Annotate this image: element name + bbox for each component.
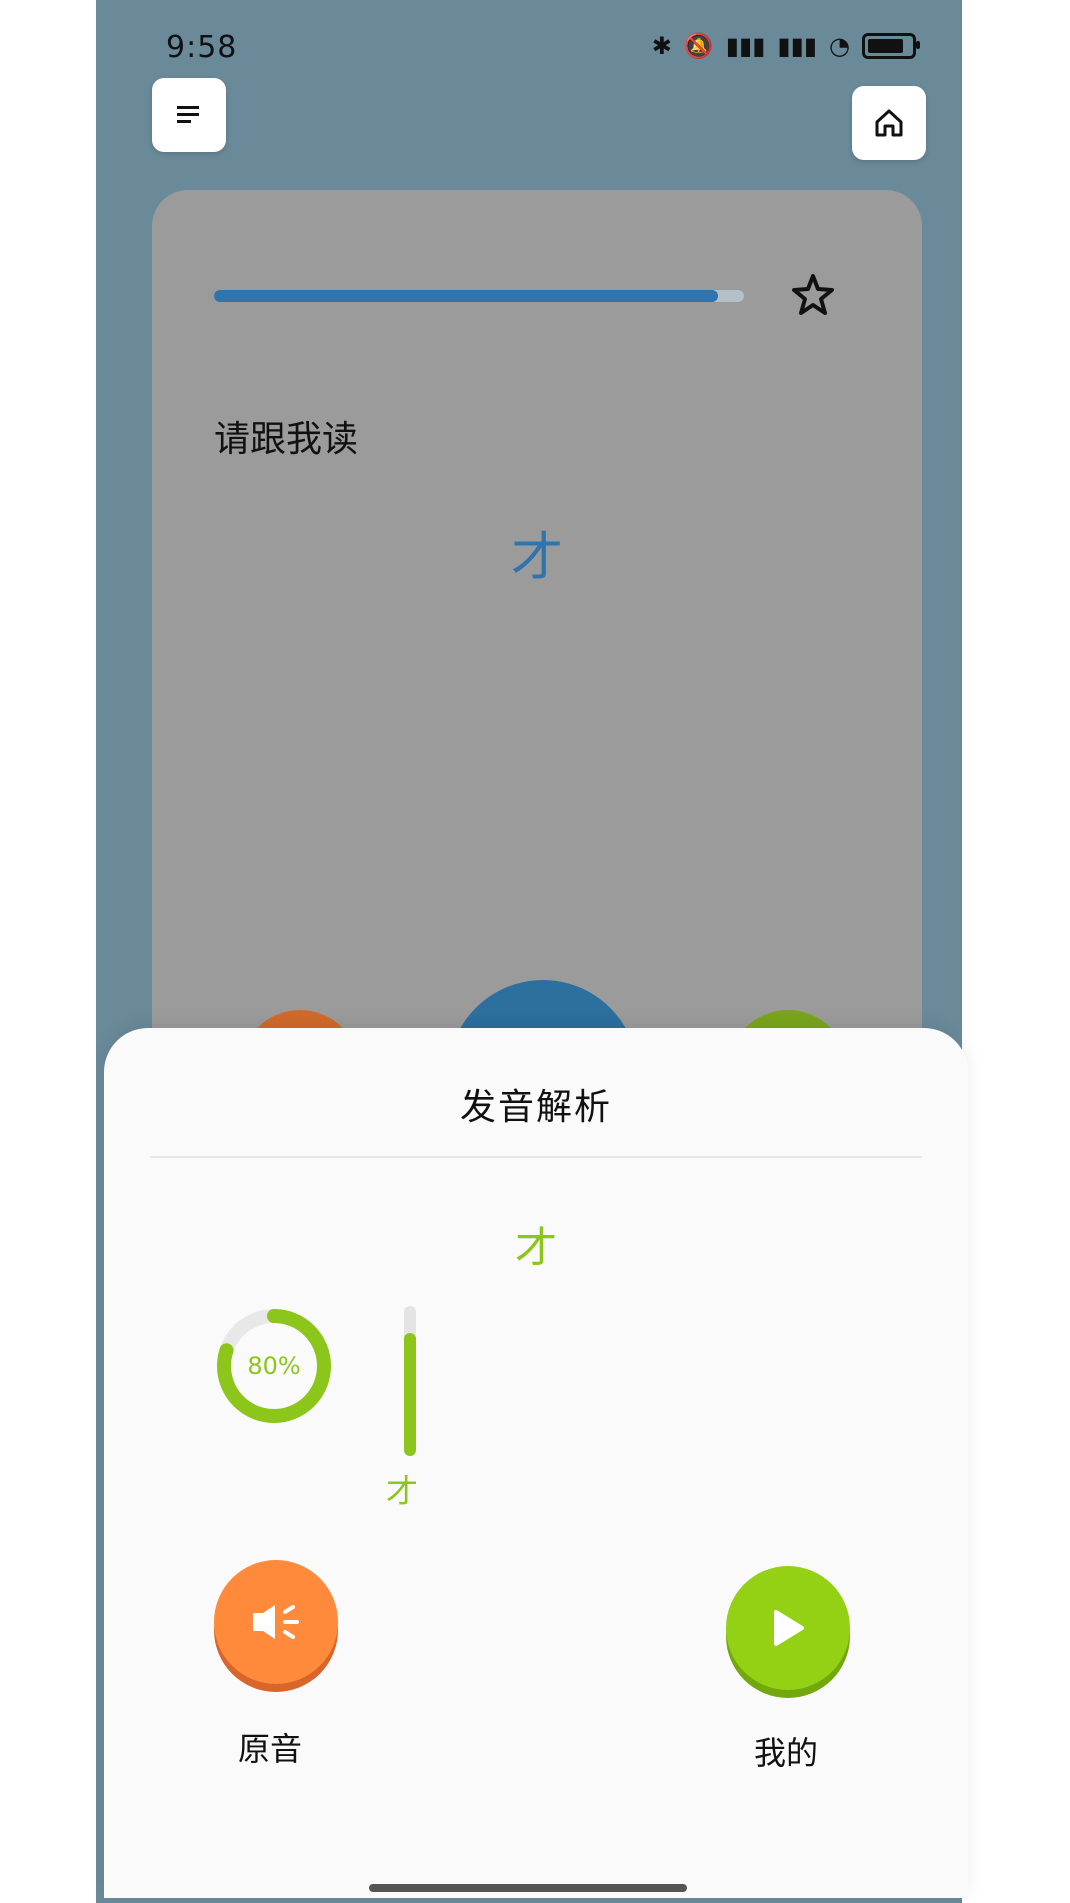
hd-signal-icon: ▮▮▮ — [777, 32, 818, 60]
target-character: 才 — [510, 528, 563, 588]
bluetooth-icon: ✱ — [651, 32, 672, 60]
pitch-bar — [404, 1306, 416, 1456]
score-label: 80% — [247, 1352, 301, 1380]
prompt-text: 请跟我读 — [214, 419, 359, 460]
progress-fill — [214, 290, 718, 302]
mute-icon: 🔕 — [683, 32, 714, 60]
pitch-bar-fill — [404, 1333, 416, 1456]
menu-icon — [177, 106, 199, 123]
speaker-icon — [253, 1605, 299, 1639]
analysis-character: 才 — [514, 1223, 557, 1272]
home-indicator[interactable] — [369, 1884, 687, 1892]
battery-icon — [862, 33, 920, 59]
status-bar: 9:58 ✱ 🔕 ▮▮▮ ▮▮▮ ◔ — [96, 0, 962, 90]
progress-bar — [214, 290, 744, 302]
practice-card: 请跟我读 才 — [152, 190, 922, 1070]
hd-signal-icon: ▮▮▮ — [725, 32, 766, 60]
home-icon — [875, 109, 903, 137]
menu-button[interactable] — [152, 78, 226, 152]
divider — [150, 1156, 922, 1158]
star-icon[interactable] — [790, 272, 836, 318]
home-button[interactable] — [852, 86, 926, 160]
my-recording-play-button[interactable] — [726, 1566, 850, 1690]
status-time: 9:58 — [166, 30, 238, 65]
my-recording-label: 我的 — [754, 1734, 819, 1772]
pronunciation-sheet: 发音解析 才 80% 才 原音 我的 — [104, 1028, 968, 1898]
pitch-bar-character: 才 — [386, 1472, 419, 1510]
play-icon — [774, 1610, 804, 1646]
wifi-icon: ◔ — [829, 32, 850, 60]
original-audio-label: 原音 — [238, 1730, 303, 1768]
sheet-title: 发音解析 — [459, 1087, 612, 1128]
original-audio-button[interactable] — [214, 1560, 338, 1684]
status-icons: ✱ 🔕 ▮▮▮ ▮▮▮ ◔ — [651, 32, 920, 60]
